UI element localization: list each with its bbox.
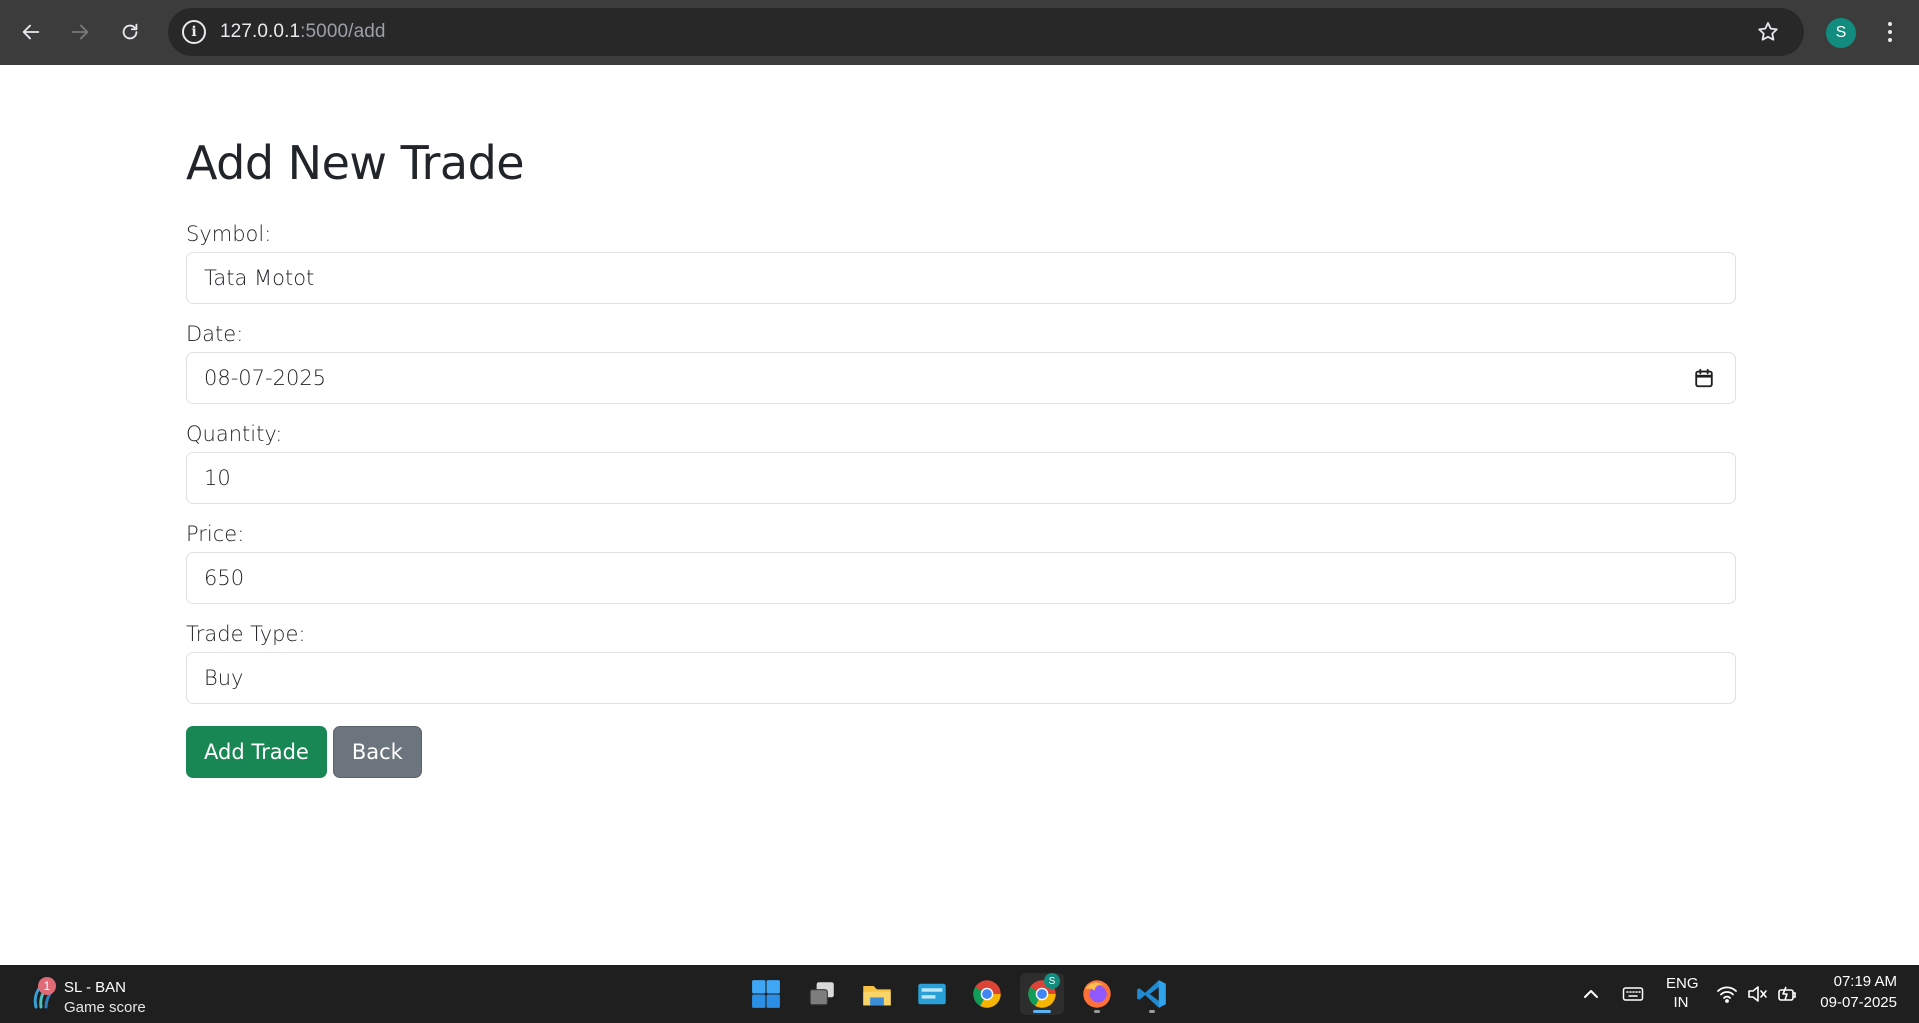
widget-subtitle: Game score [64, 999, 146, 1016]
battery-charging-icon[interactable] [1776, 983, 1798, 1005]
reload-icon[interactable] [110, 12, 150, 52]
chevron-up-icon[interactable] [1580, 983, 1602, 1005]
firefox-icon[interactable] [1075, 973, 1119, 1015]
add-trade-form: Add New Trade Symbol: Tata Motot Date: 0… [186, 120, 1736, 778]
address-bar[interactable]: i 127.0.0.1:5000/add [168, 8, 1804, 56]
windows-start-icon[interactable] [744, 973, 788, 1015]
quantity-label: Quantity: [186, 422, 283, 446]
add-trade-button[interactable]: Add Trade [186, 726, 327, 778]
quantity-group: Quantity: 10 [186, 422, 1736, 504]
date-label: Date: [186, 322, 244, 346]
trade-type-select[interactable]: Buy [186, 652, 1736, 704]
widget-title: SL - BAN [64, 979, 126, 996]
url-text: 127.0.0.1:5000/add [220, 21, 386, 42]
forward-arrow-icon[interactable] [60, 12, 100, 52]
back-button[interactable]: Back [332, 726, 422, 778]
chrome-profile-badge: S [1044, 973, 1060, 989]
clock-time[interactable]: 07:19 AM [1834, 973, 1897, 990]
language-region: IN [1673, 994, 1689, 1011]
quantity-input[interactable]: 10 [186, 452, 1736, 504]
symbol-label: Symbol: [186, 222, 272, 246]
quantity-value: 10 [204, 466, 231, 490]
price-group: Price: 650 [186, 522, 1736, 604]
active-indicator [1033, 1010, 1051, 1013]
clock-date[interactable]: 09-07-2025 [1820, 994, 1897, 1011]
site-info-icon[interactable]: i [182, 20, 206, 44]
speaker-muted-icon[interactable] [1746, 983, 1768, 1005]
price-input[interactable]: 650 [186, 552, 1736, 604]
store-app-icon[interactable] [910, 973, 954, 1015]
trade-type-label: Trade Type: [186, 622, 306, 646]
running-indicator [1094, 1010, 1100, 1013]
price-value: 650 [204, 566, 245, 590]
running-indicator [1149, 1010, 1155, 1013]
date-group: Date: 08-07-2025 [186, 322, 1736, 404]
wifi-icon[interactable] [1716, 983, 1738, 1005]
trade-type-value: Buy [204, 666, 244, 690]
date-value: 08-07-2025 [204, 366, 327, 390]
more-menu-icon[interactable] [1872, 14, 1908, 50]
chrome-profile-icon[interactable]: S [1020, 973, 1064, 1015]
windows-taskbar: 1 SL - BAN Game score S ENG IN 07:19 AM … [0, 965, 1919, 1023]
date-input[interactable]: 08-07-2025 [186, 352, 1736, 404]
keyboard-icon[interactable] [1622, 983, 1644, 1005]
calendar-icon[interactable] [1693, 367, 1715, 389]
symbol-value: Tata Motot [204, 266, 315, 290]
back-arrow-icon[interactable] [11, 12, 51, 52]
profile-avatar[interactable]: S [1826, 18, 1856, 48]
file-explorer-icon[interactable] [855, 973, 899, 1015]
form-actions: Add Trade Back [186, 726, 1736, 778]
page-title: Add New Trade [186, 136, 525, 190]
language-indicator[interactable]: ENG IN [1666, 975, 1699, 1011]
trade-type-group: Trade Type: Buy [186, 622, 1736, 704]
vscode-icon[interactable] [1130, 973, 1174, 1015]
price-label: Price: [186, 522, 245, 546]
symbol-group: Symbol: Tata Motot [186, 222, 1736, 304]
sports-widget[interactable]: 1 SL - BAN Game score [22, 971, 162, 1017]
browser-toolbar: i 127.0.0.1:5000/add S [0, 0, 1919, 65]
bookmark-star-icon[interactable] [1754, 18, 1782, 46]
language-code: ENG [1666, 975, 1699, 992]
task-view-icon[interactable] [800, 973, 844, 1015]
chrome-icon[interactable] [965, 973, 1009, 1015]
symbol-input[interactable]: Tata Motot [186, 252, 1736, 304]
widget-badge: 1 [38, 977, 56, 995]
